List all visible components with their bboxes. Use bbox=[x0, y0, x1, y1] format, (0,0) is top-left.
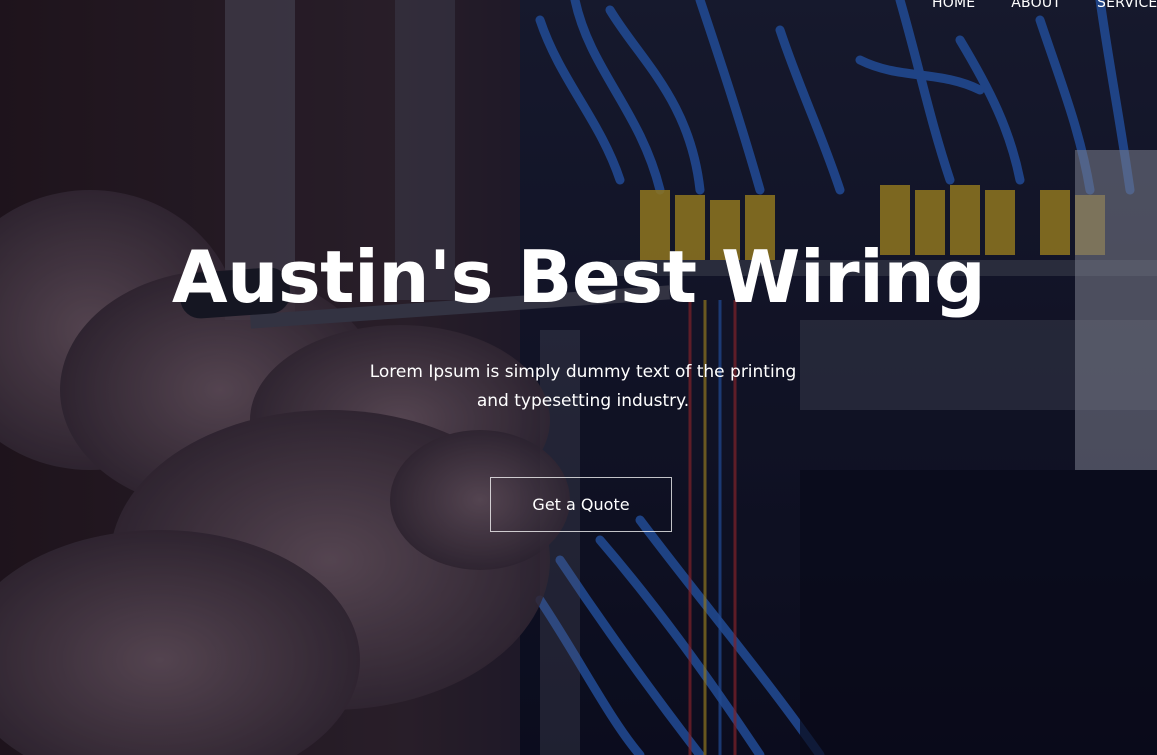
hero-section: HOME ABOUT SERVICES Austin's Best Wiring… bbox=[0, 0, 1157, 755]
nav-home-link[interactable]: HOME bbox=[932, 0, 975, 11]
main-nav: HOME ABOUT SERVICES bbox=[932, 0, 1157, 11]
hero-subtitle: Lorem Ipsum is simply dummy text of the … bbox=[369, 362, 797, 411]
get-a-quote-button[interactable]: Get a Quote bbox=[490, 477, 672, 532]
nav-services-link[interactable]: SERVICES bbox=[1097, 0, 1157, 11]
hero-title: Austin's Best Wiring bbox=[171, 235, 986, 319]
nav-about-link[interactable]: ABOUT bbox=[1011, 0, 1061, 11]
